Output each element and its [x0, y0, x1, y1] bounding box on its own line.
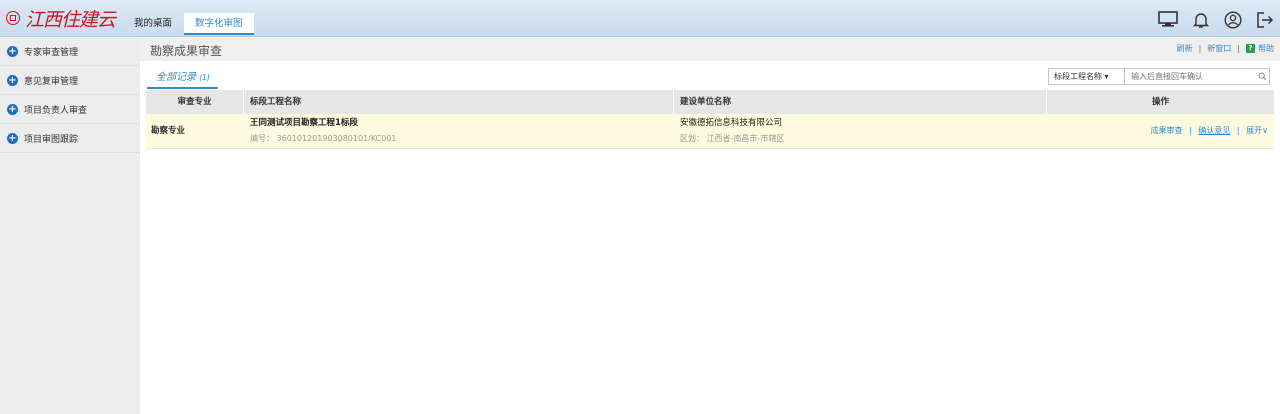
expand-link[interactable]: 展开: [1246, 126, 1262, 135]
record-count: (1): [199, 73, 210, 82]
project-code: 编号： 360101201903080101/KC001: [250, 134, 397, 143]
help-link[interactable]: 帮助: [1258, 43, 1274, 54]
unit-name: 安徽德拓信息科技有限公司: [680, 118, 783, 128]
sidebar-item-label: 意见复审管理: [24, 76, 79, 87]
tab-digital-review[interactable]: 数字化审图: [184, 13, 254, 35]
plus-circle-icon: +: [7, 132, 18, 144]
sidebar-item-expert-review[interactable]: + 专家审查管理: [0, 37, 140, 66]
tab-my-desktop[interactable]: 我的桌面: [126, 13, 180, 35]
logout-icon[interactable]: [1256, 11, 1274, 29]
table-row[interactable]: 勘察专业 王同测试项目勘察工程1标段 编号： 36010120190308010…: [146, 114, 1274, 149]
column-header: 操作: [1151, 97, 1169, 107]
sidebar: + 专家审查管理 + 意见复审管理 + 项目负责人审查 + 项目审图跟踪: [0, 37, 140, 414]
search-field-label: 标段工程名称: [1054, 72, 1102, 81]
main-content: 勘察成果审查 刷新 | 新窗口 | ? 帮助 全部记录 (1) 标段工程名称 ▾: [140, 37, 1280, 414]
caret-down-icon: ▾: [1104, 72, 1109, 81]
search-input[interactable]: [1125, 69, 1255, 84]
user-icon[interactable]: [1224, 11, 1242, 29]
divider: |: [1189, 126, 1192, 135]
confirm-opinion-link[interactable]: 确认意见: [1198, 126, 1230, 135]
cell-unit: 安徽德拓信息科技有限公司 区划： 江西省-南昌市-市辖区: [674, 114, 1047, 148]
sidebar-item-review-tracking[interactable]: + 项目审图跟踪: [0, 124, 140, 153]
brand-logo[interactable]: 江西住建云: [6, 6, 116, 31]
tab-all-records[interactable]: 全部记录 (1): [147, 68, 218, 89]
page-titlebar: 勘察成果审查 刷新 | 新窗口 | ? 帮助: [140, 37, 1280, 61]
divider: |: [1198, 44, 1202, 53]
bell-icon[interactable]: [1192, 11, 1210, 29]
records-table: 审查专业 标段工程名称 建设单位名称 操作 勘察专业 王同测试项目勘察工程1标段…: [146, 90, 1274, 149]
table-header: 审查专业 标段工程名称 建设单位名称 操作: [146, 90, 1274, 114]
page-links: 刷新 | 新窗口 | ? 帮助: [1177, 43, 1274, 54]
brand-name: 江西住建云: [25, 8, 116, 31]
sidebar-item-label: 项目审图跟踪: [24, 134, 79, 145]
review-results-link[interactable]: 成果审查: [1151, 126, 1183, 135]
sidebar-item-label: 专家审查管理: [24, 47, 79, 58]
monitor-icon[interactable]: [1158, 11, 1178, 29]
plus-circle-icon: +: [7, 45, 18, 57]
cell-actions: 成果审查 | 确认意见 | 展开∨: [1047, 114, 1274, 148]
logo-emblem-icon: [6, 11, 20, 25]
divider: |: [1237, 44, 1240, 53]
help-icon[interactable]: ?: [1246, 44, 1255, 53]
sidebar-item-opinion-recheck[interactable]: + 意见复审管理: [0, 66, 140, 95]
chevron-down-icon[interactable]: ∨: [1262, 126, 1268, 135]
cell-discipline: 勘察专业: [151, 126, 186, 136]
project-name: 王同测试项目勘察工程1标段: [250, 118, 358, 128]
search-icon[interactable]: [1255, 69, 1269, 84]
header-actions: [1158, 11, 1274, 29]
column-header: 标段工程名称: [244, 90, 674, 114]
column-header: 审查专业: [146, 90, 244, 114]
sidebar-item-leader-review[interactable]: + 项目负责人审查: [0, 95, 140, 124]
divider: |: [1236, 126, 1240, 135]
new-window-link[interactable]: 新窗口: [1207, 43, 1231, 54]
app-header: 江西住建云 我的桌面 数字化审图: [0, 0, 1280, 37]
plus-circle-icon: +: [7, 103, 18, 115]
top-tab-bar: 我的桌面 数字化审图: [126, 13, 254, 35]
unit-region: 区划： 江西省-南昌市-市辖区: [680, 134, 785, 143]
cell-project: 王同测试项目勘察工程1标段 编号： 360101201903080101/KC0…: [244, 114, 674, 148]
refresh-link[interactable]: 刷新: [1177, 43, 1193, 54]
column-header: 建设单位名称: [674, 90, 1047, 114]
page-title: 勘察成果审查: [150, 44, 223, 58]
search-field-select[interactable]: 标段工程名称 ▾: [1049, 69, 1125, 84]
sidebar-item-label: 项目负责人审查: [24, 105, 88, 116]
search-box: 标段工程名称 ▾: [1048, 68, 1270, 85]
filter-tab-row: 全部记录 (1) 标段工程名称 ▾: [140, 61, 1280, 90]
plus-circle-icon: +: [7, 74, 18, 86]
tab-all-records-label: 全部记录: [156, 72, 196, 83]
